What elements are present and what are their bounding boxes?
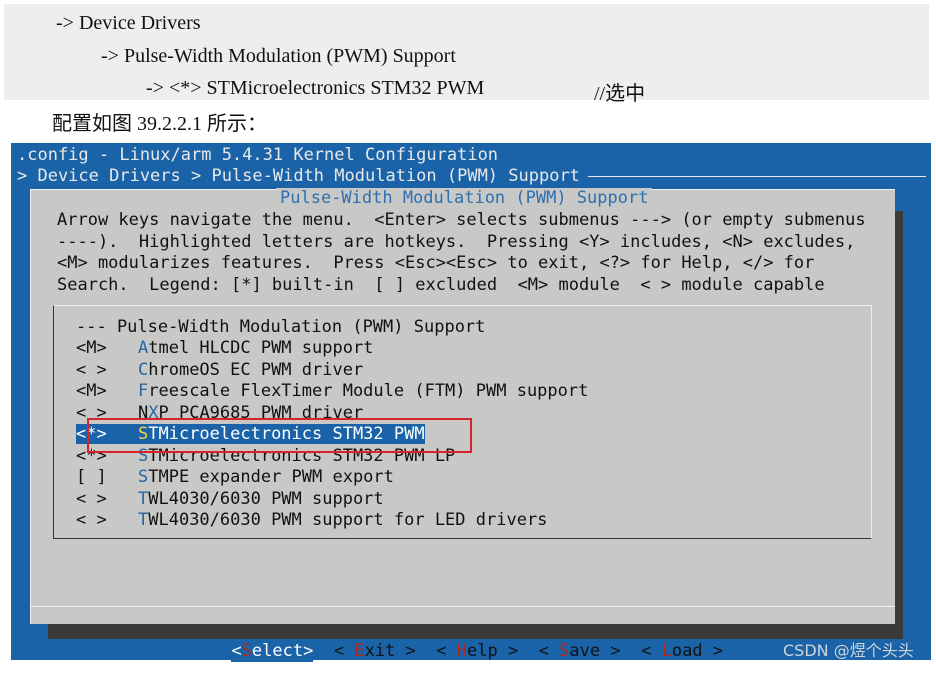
btn-bracket: > (497, 641, 519, 661)
dialog-title: Pulse-Width Modulation (PWM) Support (276, 188, 653, 209)
btn-bracket: < (333, 641, 355, 661)
item-mark: [ ] (76, 467, 107, 487)
path-line-pwm-support: -> Pulse-Width Modulation (PWM) Support (101, 45, 456, 67)
btn-bracket: < (231, 641, 242, 661)
menu-item-atmel[interactable]: <M> Atmel HLCDC PWM support (76, 338, 373, 359)
item-hotkey: C (138, 359, 149, 380)
item-label: reescale FlexTimer Module (FTM) PWM supp… (148, 381, 589, 401)
item-mark: < > (76, 510, 107, 530)
highlight-annotation-box (87, 418, 472, 453)
breadcrumb: > Device Drivers > Pulse-Width Modulatio… (17, 166, 580, 186)
item-mark: <M> (76, 338, 107, 358)
btn-label: oad (671, 641, 703, 661)
item-mark: < > (76, 359, 107, 380)
load-button[interactable]: < Load > (641, 641, 723, 662)
btn-hotkey: E (354, 641, 365, 661)
item-label: hromeOS EC PWM driver (148, 359, 364, 380)
btn-hotkey: S (241, 641, 252, 661)
btn-label: elp (467, 641, 498, 661)
item-mark: < > (76, 488, 107, 509)
button-separator (31, 606, 895, 607)
menu-item-twl4030[interactable]: < > TWL4030/6030 PWM support (76, 489, 384, 510)
breadcrumb-rule (588, 176, 926, 177)
btn-hotkey: H (456, 641, 467, 661)
btn-bracket: > (702, 641, 724, 661)
help-button[interactable]: < Help > (436, 641, 518, 662)
btn-label: xit (364, 641, 396, 661)
item-hotkey: T (138, 510, 149, 530)
btn-hotkey: S (559, 641, 570, 661)
menu-item-stmpe[interactable]: [ ] STMPE expander PWM export (76, 467, 394, 488)
item-hotkey: S (138, 467, 149, 487)
menuconfig-terminal: .config - Linux/arm 5.4.31 Kernel Config… (11, 143, 931, 662)
config-path-box: -> Device Drivers -> Pulse-Width Modulat… (4, 4, 929, 105)
item-hotkey: F (138, 381, 149, 401)
select-button[interactable]: <Select> (231, 641, 314, 662)
menu-item-twl4030-led[interactable]: < > TWL4030/6030 PWM support for LED driv… (76, 510, 547, 531)
item-label: tmel HLCDC PWM support (148, 338, 374, 358)
menu-item-chromeos[interactable]: < > ChromeOS EC PWM driver (76, 360, 363, 381)
path-line-stm32-pwm: -> <*> STMicroelectronics STM32 PWM (146, 77, 485, 99)
item-hotkey: A (138, 338, 149, 358)
help-text: Arrow keys navigate the menu. <Enter> se… (57, 210, 866, 295)
btn-bracket: < (538, 641, 560, 661)
btn-bracket: < (641, 641, 662, 661)
btn-bracket: > (395, 641, 416, 661)
menu-header-label: --- Pulse-Width Modulation (PWM) Support (76, 317, 486, 337)
item-mark: <M> (76, 381, 107, 401)
figure-caption: 配置如图 39.2.2.1 所示： (52, 113, 267, 135)
terminal-title: .config - Linux/arm 5.4.31 Kernel Config… (17, 145, 499, 165)
item-label: WL4030/6030 PWM support for LED drivers (148, 510, 548, 530)
path-note: //选中 (594, 83, 646, 105)
menu-item-freescale[interactable]: <M> Freescale FlexTimer Module (FTM) PWM … (76, 381, 588, 402)
button-bar: <Select> < Exit > < Help > < Save > < Lo… (170, 620, 723, 683)
btn-bracket: < (436, 641, 457, 661)
item-hotkey: T (138, 488, 149, 509)
menu-header: --- Pulse-Width Modulation (PWM) Support (76, 317, 485, 338)
csdn-watermark: CSDN @煜个头头 (783, 641, 914, 660)
item-label: WL4030/6030 PWM support (148, 488, 384, 509)
btn-label: elect (251, 641, 304, 661)
path-line-device-drivers: -> Device Drivers (56, 12, 201, 34)
save-button[interactable]: < Save > (539, 641, 621, 662)
btn-bracket: > (303, 641, 314, 661)
config-dialog: Pulse-Width Modulation (PWM) Support Arr… (30, 188, 895, 662)
btn-bracket: > (600, 641, 621, 661)
btn-hotkey: L (661, 641, 672, 661)
btn-label: ave (569, 641, 601, 661)
exit-button[interactable]: < Exit > (334, 641, 416, 662)
item-label: TMPE expander PWM export (148, 467, 394, 487)
